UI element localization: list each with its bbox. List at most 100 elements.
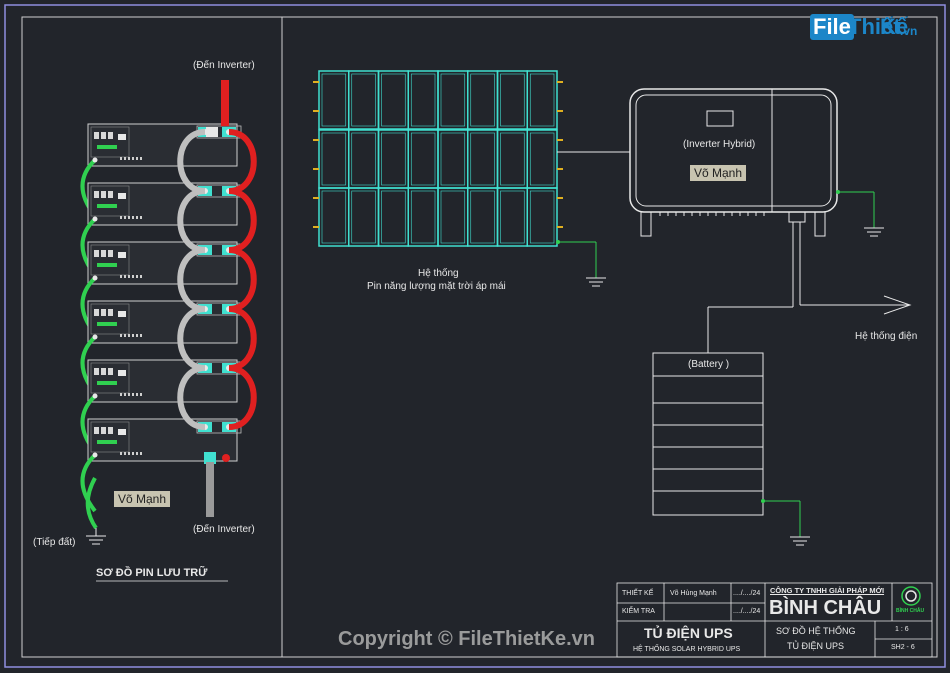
module-port xyxy=(140,393,142,396)
solar-panel xyxy=(467,70,499,130)
ground-terminal xyxy=(92,452,98,458)
solar-panel xyxy=(407,70,439,130)
module-led-bar xyxy=(97,204,117,208)
module-port xyxy=(120,393,122,396)
solar-panel-cell xyxy=(470,132,495,186)
solar-panel-cell xyxy=(321,132,347,186)
solar-panel-cell xyxy=(440,73,466,127)
solar-panel xyxy=(526,70,558,130)
cad-drawing-canvas: (Đến Inverter) (Đến Inverter) (Tiếp đất)… xyxy=(0,0,950,673)
ground-symbol-left xyxy=(86,528,106,545)
solar-panel-cell xyxy=(500,132,525,186)
module-port xyxy=(132,334,134,337)
module-port xyxy=(132,393,134,396)
inverter-author-tag: Võ Mạnh xyxy=(690,165,747,181)
module-port xyxy=(132,275,134,278)
module-led-bar xyxy=(97,145,117,149)
module-led-bar xyxy=(97,440,117,444)
solar-panel xyxy=(348,70,380,130)
solar-panel xyxy=(377,70,409,130)
module-switch xyxy=(101,250,106,257)
module-port xyxy=(140,334,142,337)
ground-terminal xyxy=(92,157,98,163)
battery-ground xyxy=(761,499,810,546)
check-date: ..../..../24 xyxy=(733,608,761,615)
drawing-title-line2: TỦ ĐIỆN UPS xyxy=(787,641,845,651)
module-port xyxy=(136,334,138,337)
module-switch xyxy=(108,191,113,198)
inverter-bottom-label: (Đến Inverter) xyxy=(193,524,255,535)
module-switch xyxy=(94,368,99,375)
ground-wire-tail xyxy=(85,477,98,530)
battery-stack xyxy=(652,352,764,516)
solar-ground xyxy=(556,240,606,287)
ground-label: (Tiếp đất) xyxy=(33,537,76,548)
solar-panel xyxy=(377,129,409,189)
module-switch xyxy=(101,191,106,198)
battery-label: (Battery ) xyxy=(688,359,730,370)
solar-panel-cell xyxy=(381,132,406,186)
sheet-number: SH2 - 6 xyxy=(891,644,915,651)
solar-panel xyxy=(437,70,469,130)
module-switch xyxy=(94,191,99,198)
company-logo xyxy=(901,586,921,606)
logo-text: BÌNH CHÂU xyxy=(896,608,925,614)
project-subtitle: HỆ THỐNG SOLAR HYBRID UPS xyxy=(633,646,741,653)
solar-panel-cell xyxy=(351,73,376,127)
module-led-bar xyxy=(97,322,117,326)
module-port xyxy=(136,452,138,455)
solar-panel-cell xyxy=(410,73,436,127)
solar-panel xyxy=(496,129,528,189)
module-switch xyxy=(101,427,106,434)
ground-terminal xyxy=(92,334,98,340)
solar-panel-cell xyxy=(529,132,555,186)
solar-panel-cell xyxy=(351,132,376,186)
solar-panel xyxy=(467,187,499,247)
module-port xyxy=(124,157,126,160)
solar-panel xyxy=(437,187,469,247)
ground-terminal xyxy=(92,393,98,399)
left-panel-title: SƠ ĐỒ PIN LƯU TRỮ xyxy=(96,567,208,579)
module-port xyxy=(128,157,130,160)
ground-terminal xyxy=(92,275,98,281)
module-port xyxy=(136,393,138,396)
project-title: TỦ ĐIỆN UPS xyxy=(644,625,733,641)
module-port xyxy=(124,393,126,396)
module-switch xyxy=(94,427,99,434)
module-switch xyxy=(94,132,99,139)
inverter-ground xyxy=(836,190,884,237)
module-indicator xyxy=(118,429,126,435)
module-port xyxy=(140,452,142,455)
company-name: CÔNG TY TNHH GIẢI PHÁP MỚI xyxy=(770,586,885,595)
solar-panel-cell xyxy=(529,73,555,127)
module-switch xyxy=(108,309,113,316)
design-date: ..../..../24 xyxy=(733,590,761,597)
solar-panel xyxy=(348,187,380,247)
solar-panel-cell xyxy=(381,73,406,127)
solar-panel xyxy=(526,129,558,189)
module-switch xyxy=(108,250,113,257)
module-port xyxy=(136,275,138,278)
design-name: Võ Hùng Mạnh xyxy=(670,590,717,597)
solar-label-line2: Pin năng lượng mặt trời áp mái xyxy=(367,281,506,292)
solar-panel xyxy=(348,129,380,189)
module-indicator xyxy=(118,370,126,376)
module-switch xyxy=(94,250,99,257)
solar-panel xyxy=(318,187,350,247)
solar-panel-cell xyxy=(500,190,525,244)
module-port xyxy=(140,275,142,278)
grid-label: Hệ thống điện xyxy=(855,331,918,342)
module-port xyxy=(124,216,126,219)
drawing-title-line1: SƠ ĐỒ HỆ THỐNG xyxy=(776,626,856,636)
module-switch xyxy=(101,368,106,375)
module-indicator xyxy=(118,134,126,140)
module-port xyxy=(128,393,130,396)
bottom-connector-red xyxy=(222,454,230,462)
module-indicator xyxy=(118,311,126,317)
solar-panel-cell xyxy=(410,132,436,186)
module-port xyxy=(120,216,122,219)
battery-rack xyxy=(80,123,257,530)
module-port xyxy=(136,157,138,160)
module-port xyxy=(132,216,134,219)
module-port xyxy=(124,334,126,337)
